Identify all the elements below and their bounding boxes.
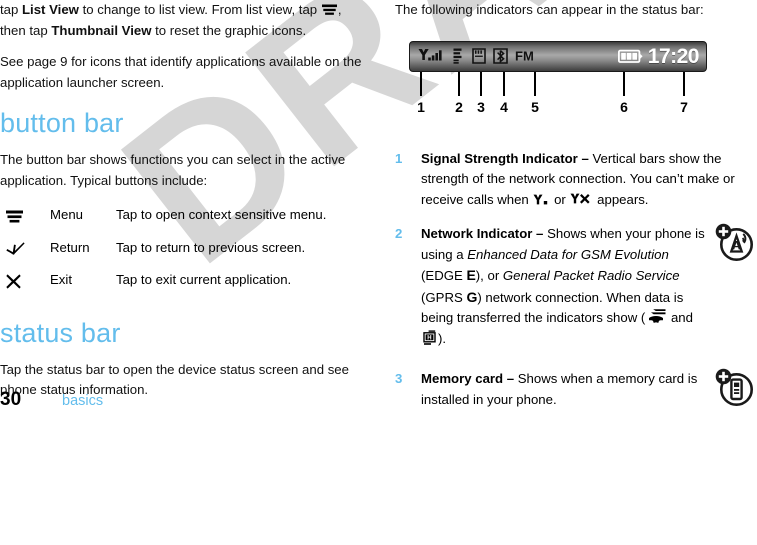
list-item: 2 Network Indicator – Shows when your ph…	[395, 223, 757, 349]
callout-leader-lines	[395, 71, 725, 100]
indicators-intro: The following indicators can appear in t…	[395, 2, 704, 17]
table-row: Exit Tap to exit current application.	[0, 270, 368, 303]
status-bar-clock: 17:20	[647, 44, 700, 68]
signal-strength-icon	[418, 48, 445, 65]
list-item-dash: –	[503, 371, 518, 386]
status-bar-figure: FM 17:20 1 2 3 4 5 6 7	[395, 40, 725, 133]
list-item-text-b: (EDGE	[421, 268, 467, 283]
callout-number-6: 6	[620, 98, 628, 115]
status-bar-heading: status bar	[0, 317, 121, 348]
gprs-letter-glyph: G	[466, 288, 478, 305]
leader-line	[534, 71, 536, 96]
status-bar-right-group: 17:20	[617, 44, 700, 69]
button-bar-heading: button bar	[0, 108, 124, 138]
list-item-dash: –	[532, 226, 548, 241]
phone-add-icon	[713, 365, 757, 409]
callout-number-5: 5	[531, 98, 539, 115]
table-row: Menu Tap to open context sensitive menu.	[0, 205, 368, 238]
row-icon-cell	[0, 205, 50, 238]
leader-line	[420, 71, 422, 96]
row-term: Return	[50, 239, 90, 255]
leader-line	[503, 71, 505, 96]
callout-number-3: 3	[477, 98, 485, 115]
list-item-text-c: ), or	[475, 268, 503, 283]
list-view-term: List View	[22, 2, 79, 17]
list-item-text-g: ).	[438, 330, 447, 346]
callout-numbers: 1 2 3 4 5 6 7	[395, 99, 725, 123]
row-description: Tap to exit current application.	[116, 272, 292, 287]
manual-page: tap List View to change to list view. Fr…	[0, 0, 757, 545]
table-row: Return Tap to return to previous screen.	[0, 238, 368, 271]
right-column: The following indicators can appear in t…	[395, 0, 757, 424]
menu-icon	[6, 210, 23, 224]
callout-number-1: 1	[417, 98, 425, 115]
button-bar-description: The button bar shows functions you can s…	[0, 152, 346, 188]
list-item: 1 Signal Strength Indicator – Vertical b…	[395, 149, 757, 211]
row-description: Tap to return to previous screen.	[116, 239, 306, 255]
edge-letter-glyph: E	[466, 267, 476, 283]
list-item-number: 2	[395, 226, 403, 241]
list-item-title: Signal Strength Indicator	[421, 150, 578, 166]
list-item-title: Memory card	[421, 371, 504, 386]
list-item-text-f: and	[667, 310, 693, 325]
svg-text:H: H	[427, 335, 431, 341]
list-item-dash: –	[577, 150, 593, 166]
signal-none-icon	[533, 194, 549, 206]
exit-x-icon	[6, 274, 21, 289]
network-tower-add-icon: A	[713, 220, 757, 264]
status-bar-graphic: FM 17:20	[409, 40, 707, 72]
return-arrow-icon	[6, 242, 25, 256]
row-term: Menu	[50, 207, 83, 222]
callout-number-7: 7	[680, 98, 688, 115]
leader-line	[480, 71, 482, 96]
chapter-name: basics	[62, 392, 104, 409]
intro-before-bold1: tap	[0, 2, 22, 17]
indicator-list: 1 Signal Strength Indicator – Vertical b…	[395, 149, 757, 411]
svg-text:FM: FM	[515, 49, 534, 63]
list-item-italic-b: General Packet Radio Service	[502, 268, 680, 283]
button-bar-table: Menu Tap to open context sensitive menu.…	[0, 205, 368, 303]
list-item-text-c: appears.	[593, 191, 649, 207]
leader-line	[623, 71, 625, 96]
leader-line	[683, 71, 685, 96]
signal-no-service-icon	[570, 193, 592, 206]
list-item-number: 3	[395, 371, 403, 386]
row-term: Exit	[50, 272, 72, 287]
list-item-italic-a: Enhanced Data for GSM Evolution	[467, 246, 669, 262]
page-number: 30	[0, 388, 22, 410]
row-description: Tap to open context sensitive menu.	[116, 207, 327, 222]
status-bar-icon-group: FM	[418, 46, 537, 67]
memory-card-icon	[472, 48, 486, 64]
menu-icon	[321, 4, 337, 16]
data-transfer-icon: H	[422, 329, 437, 345]
list-item-title: Network Indicator	[421, 226, 533, 241]
list-item-text-d: (GPRS	[421, 289, 467, 305]
svg-text:A: A	[732, 239, 741, 253]
intro-mid: to change to list view. From list view, …	[78, 2, 321, 17]
callout-number-4: 4	[500, 98, 508, 115]
fm-radio-icon: FM	[515, 49, 537, 63]
row-icon-cell	[0, 270, 50, 303]
row-icon-cell	[0, 238, 50, 271]
leader-line	[458, 71, 460, 96]
intro-paragraph: tap List View to change to list view. Fr…	[0, 0, 368, 41]
intro-tail: to reset the graphic icons.	[151, 22, 307, 38]
list-item-text-b: or	[550, 191, 570, 207]
bluetooth-icon	[493, 48, 508, 64]
battery-icon	[617, 49, 644, 64]
page-footer: 30 basics	[0, 389, 368, 411]
edge-network-icon	[452, 48, 465, 65]
thumbnail-view-term: Thumbnail View	[51, 22, 152, 38]
list-item-number: 1	[395, 150, 403, 166]
see-page-paragraph: See page 9 for icons that identify appli…	[0, 54, 362, 90]
left-column: tap List View to change to list view. Fr…	[0, 0, 368, 415]
data-receiving-icon	[646, 308, 666, 324]
list-item: 3 Memory card – Shows when a memory card…	[395, 368, 757, 410]
callout-number-2: 2	[455, 98, 463, 115]
